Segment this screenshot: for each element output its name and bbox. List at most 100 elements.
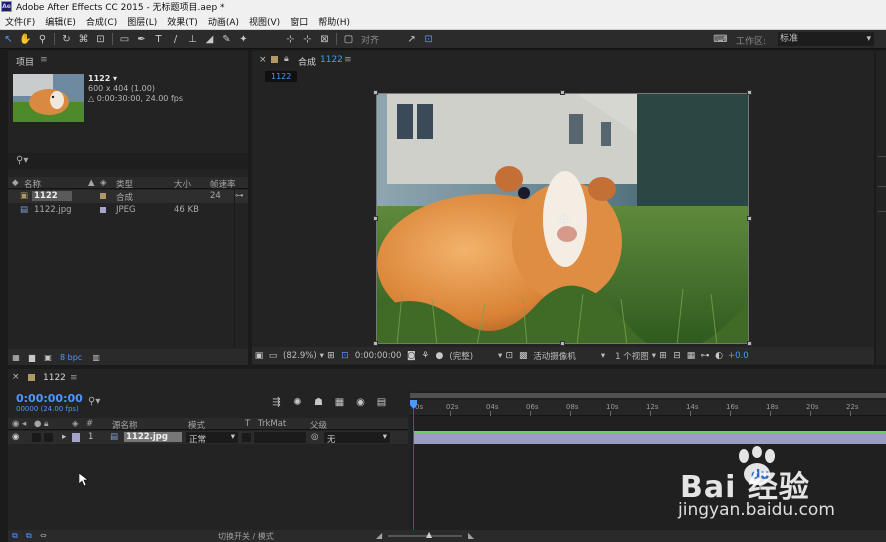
rectangle-tool-icon[interactable]: ▭ — [116, 32, 133, 47]
timeline-current-time[interactable]: 0:00:00:00 — [16, 392, 83, 405]
search-icon[interactable]: ⚲▾ — [88, 396, 100, 407]
project-search-input[interactable]: ⚲▾ — [8, 153, 248, 170]
column-size[interactable]: 大小 — [174, 178, 191, 190]
composition-tab-name[interactable]: 1122 — [320, 55, 343, 65]
solo-checkbox[interactable] — [32, 433, 41, 442]
brush-tool-icon[interactable]: / — [167, 32, 184, 47]
parent-select[interactable]: 无 ▾ — [324, 432, 390, 445]
reset-exposure-icon[interactable]: ◐ — [712, 348, 726, 363]
lock-checkbox[interactable] — [44, 433, 53, 442]
view-layout-select[interactable]: 1 个视图 — [615, 350, 649, 362]
grid-guides-icon[interactable]: ⊞ — [324, 348, 338, 363]
menu-animation[interactable]: 动画(A) — [203, 15, 244, 28]
always-preview-icon[interactable]: ▣ — [252, 348, 266, 363]
video-visibility-icon[interactable]: ◉ — [12, 432, 19, 442]
mask-visibility-icon[interactable]: ⊡ — [338, 348, 352, 363]
bit-depth-button[interactable]: 8 bpc — [60, 353, 82, 362]
chevron-down-icon[interactable]: ▾ — [601, 351, 605, 361]
pick-whip-icon[interactable]: ◎ — [311, 432, 318, 442]
pan-behind-tool-icon[interactable]: ⊡ — [92, 32, 109, 47]
layer-label-color[interactable] — [72, 433, 80, 442]
toggle-switches-modes[interactable]: 切换开关 / 模式 — [218, 531, 274, 542]
transform-handle[interactable] — [747, 90, 752, 95]
menu-help[interactable]: 帮助(H) — [313, 15, 355, 28]
selection-tool-icon[interactable]: ↖ — [0, 32, 17, 47]
panel-menu-icon[interactable]: ≡ — [344, 55, 352, 65]
transparency-grid-icon[interactable]: ▩ — [516, 348, 530, 363]
transform-handle[interactable] — [560, 90, 565, 95]
transform-handle[interactable] — [560, 341, 565, 346]
draft-3d-icon[interactable]: ✺ — [287, 395, 308, 410]
transform-handle[interactable] — [747, 341, 752, 346]
panel-menu-icon[interactable]: ≡ — [40, 55, 48, 65]
zoom-tool-icon[interactable]: ⚲ — [34, 32, 51, 47]
selected-item-name[interactable]: 1122 ▾ — [88, 74, 183, 84]
type-tool-icon[interactable]: T — [150, 32, 167, 47]
region-of-interest-icon[interactable]: ⊡ — [502, 348, 516, 363]
workspace-select[interactable]: 标准 ▾ — [778, 32, 874, 46]
shy-layers-icon[interactable]: ☗ — [308, 395, 329, 410]
puppet-pin-tool-icon[interactable]: ✦ — [235, 32, 252, 47]
frame-blending-icon[interactable]: ▦ — [329, 395, 350, 410]
resolution-select[interactable]: (完整) — [449, 350, 473, 362]
menu-file[interactable]: 文件(F) — [0, 15, 40, 28]
show-snapshot-icon[interactable]: ⚘ — [418, 348, 432, 363]
rotate-tool-icon[interactable]: ↻ — [58, 32, 75, 47]
project-item-row[interactable]: ▣ 1122 合成 24 ⊶ — [8, 190, 248, 203]
composition-tab-label[interactable]: 合成 — [298, 55, 316, 68]
column-type[interactable]: 类型 — [116, 178, 133, 190]
preserve-transparency-checkbox[interactable] — [242, 433, 251, 442]
column-parent[interactable]: 父级 — [310, 419, 327, 431]
column-source-name[interactable]: 源名称 — [112, 419, 138, 431]
blend-mode-select[interactable]: 正常 ▾ — [186, 432, 238, 445]
layer-duration-bar[interactable] — [413, 431, 886, 444]
graph-editor-icon[interactable]: ▤ — [371, 395, 392, 410]
work-area-bar[interactable] — [410, 393, 886, 398]
menu-edit[interactable]: 编辑(E) — [40, 15, 81, 28]
zoom-slider-thumb[interactable]: ▲ — [426, 530, 432, 539]
interpret-footage-icon[interactable]: ▦ — [8, 350, 24, 365]
column-name[interactable]: 名称 — [24, 178, 41, 190]
timeline-icon[interactable]: ▦ — [684, 348, 698, 363]
world-axis-icon[interactable]: ⊹ — [299, 32, 316, 47]
motion-blur-icon[interactable]: ◉ — [350, 395, 371, 410]
display-icon[interactable]: ▭ — [266, 348, 280, 363]
flowchart-icon[interactable]: ⊶ — [698, 348, 712, 363]
in-out-icon[interactable]: ⇔ — [40, 531, 47, 540]
composition-mini-flowchart-icon[interactable]: ⇶ — [266, 395, 287, 410]
zoom-out-icon[interactable]: ◢ — [376, 531, 382, 540]
flowchart-icon[interactable]: ⊶ — [235, 191, 244, 201]
fast-preview-icon[interactable]: ⊟ — [670, 348, 684, 363]
close-icon[interactable]: × — [259, 55, 267, 65]
timeline-tab[interactable]: 1122 — [43, 373, 66, 383]
trash-icon[interactable]: ▥ — [88, 350, 104, 365]
lock-icon[interactable]: 🔒︎ — [284, 54, 289, 64]
clone-stamp-tool-icon[interactable]: ⊥ — [184, 32, 201, 47]
eraser-tool-icon[interactable]: ◢ — [201, 32, 218, 47]
layer-name[interactable]: 1122.jpg — [124, 432, 182, 442]
composition-viewer[interactable] — [252, 87, 874, 346]
snap-expand-icon[interactable]: ↗ — [403, 32, 420, 47]
project-item-row[interactable]: ▤ 1122.jpg JPEG 46 KB — [8, 204, 248, 217]
transform-handle[interactable] — [373, 90, 378, 95]
panel-menu-icon[interactable]: ≡ — [70, 373, 78, 383]
view-axis-icon[interactable]: ⊠ — [316, 32, 333, 47]
column-trkmat[interactable]: TrkMat — [258, 419, 286, 429]
menu-view[interactable]: 视图(V) — [244, 15, 285, 28]
exposure-value[interactable]: +0.0 — [728, 351, 749, 361]
transform-handle[interactable] — [373, 341, 378, 346]
layer-switches-icon[interactable]: ⧉ — [12, 531, 18, 541]
time-ruler[interactable]: 0s 02s 04s 06s 08s 10s 12s 14s 16s 18s 2… — [410, 400, 886, 416]
menu-window[interactable]: 窗口 — [285, 15, 313, 28]
transfer-controls-icon[interactable]: ⧉ — [26, 531, 32, 541]
hand-tool-icon[interactable]: ✋ — [17, 32, 34, 47]
new-folder-icon[interactable]: ▆ — [24, 350, 40, 365]
current-time-indicator[interactable] — [410, 400, 417, 542]
menu-composition[interactable]: 合成(C) — [81, 15, 122, 28]
timeline-layer-row[interactable]: ◉ ▸ 1 ▤ 1122.jpg 正常 ▾ ◎ 无 ▾ — [8, 431, 408, 445]
expand-arrow-icon[interactable]: ▸ — [62, 432, 66, 442]
column-fps[interactable]: 帧速率 — [210, 178, 236, 190]
magnification-select[interactable]: (82.9%) — [283, 351, 317, 361]
camera-select[interactable]: 活动摄像机 — [533, 350, 576, 362]
toggle-pixel-aspect-icon[interactable]: ⊞ — [656, 348, 670, 363]
